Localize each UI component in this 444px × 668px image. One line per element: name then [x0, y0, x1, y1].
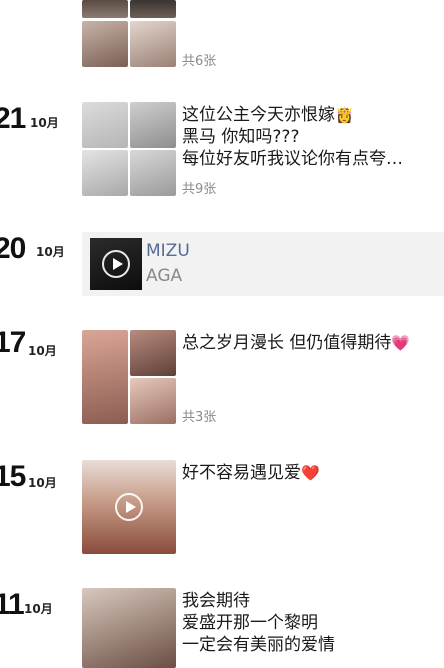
play-icon[interactable] — [102, 250, 130, 278]
moment-entry: 15 10月 好不容易遇见爱❤️ — [0, 458, 444, 558]
date-month: 10月 — [24, 602, 53, 616]
photo-thumbnail[interactable] — [82, 588, 176, 668]
heart-emoji-icon: 💗 — [391, 334, 411, 352]
caption-line: 爱盛开那一个黎明 — [182, 613, 318, 633]
photo-thumbnail[interactable] — [130, 378, 176, 424]
song-artist: AGA — [146, 266, 183, 286]
album-cover[interactable] — [90, 238, 142, 290]
moment-entry: 11 10月 我会期待 爱盛开那一个黎明 一定会有美丽的爱情 — [0, 586, 444, 668]
photo-count: 共3张 — [182, 410, 217, 425]
date-day: 17 — [0, 326, 26, 359]
date-month: 10月 — [28, 344, 57, 358]
photo-thumbnail[interactable] — [82, 330, 128, 424]
date-month: 10月 — [28, 476, 57, 490]
music-share-card[interactable]: MIZU AGA — [82, 232, 444, 296]
red-heart-emoji-icon: ❤️ — [301, 464, 320, 482]
song-title: MIZU — [146, 241, 190, 261]
play-icon[interactable] — [115, 493, 143, 521]
date-day: 11 — [0, 588, 25, 621]
caption-line: 我会期待 — [182, 591, 250, 611]
caption-line: 一定会有美丽的爱情 — [182, 635, 335, 655]
moment-entry: 20 10月 MIZU AGA — [0, 0, 444, 300]
video-thumbnail[interactable] — [82, 460, 176, 554]
date-day: 15 — [0, 460, 26, 493]
date-month: 10月 — [36, 245, 65, 259]
moment-entry: 17 10月 总之岁月漫长 但仍值得期待💗 共3张 — [0, 326, 444, 430]
caption-line: 总之岁月漫长 但仍值得期待 — [182, 333, 392, 353]
post-caption[interactable]: 好不容易遇见爱❤️ — [182, 462, 320, 484]
date-day: 20 — [0, 232, 26, 265]
post-caption[interactable]: 总之岁月漫长 但仍值得期待💗 — [182, 332, 410, 354]
photo-thumbnail[interactable] — [130, 330, 176, 376]
post-caption[interactable]: 我会期待 爱盛开那一个黎明 一定会有美丽的爱情 — [182, 590, 335, 656]
caption-line: 好不容易遇见爱 — [182, 463, 301, 483]
